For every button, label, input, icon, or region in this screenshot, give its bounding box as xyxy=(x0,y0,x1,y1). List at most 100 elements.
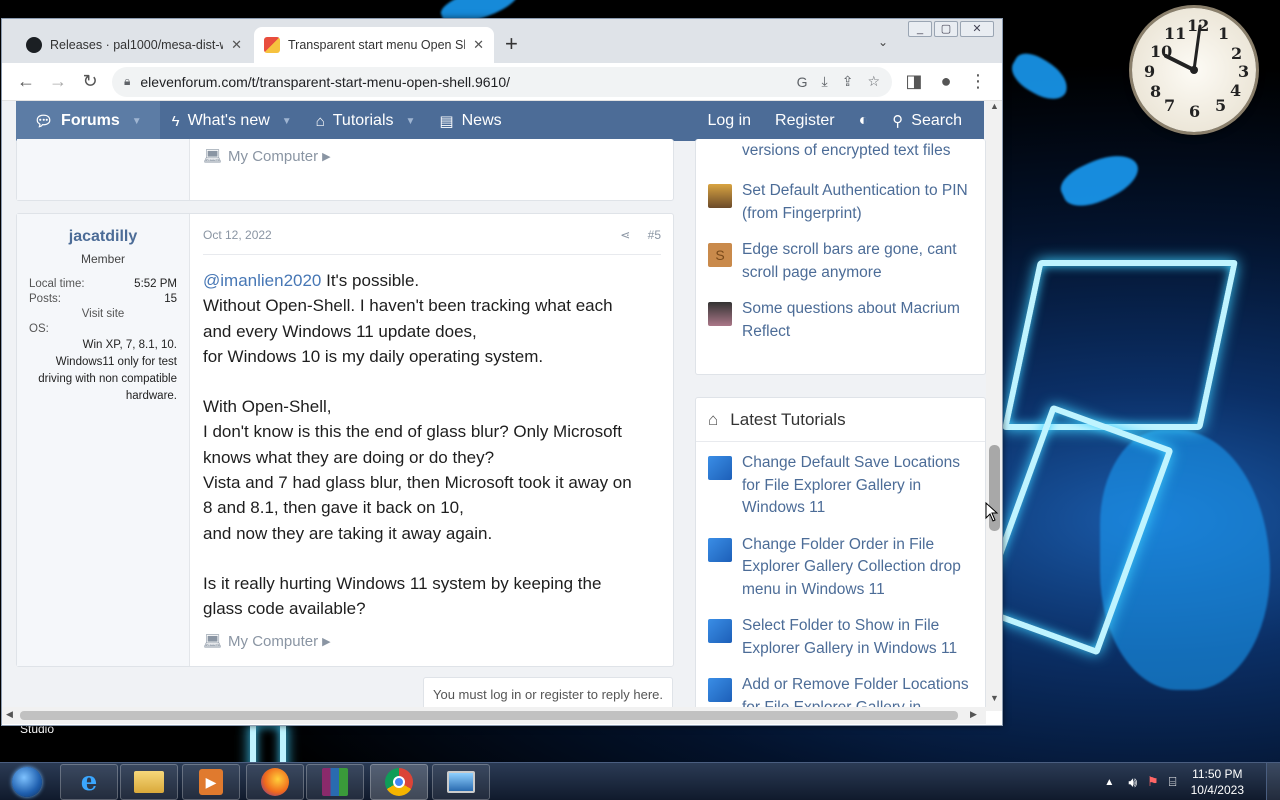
tutorial-icon xyxy=(708,678,732,702)
forward-icon[interactable]: → xyxy=(42,66,74,98)
thread-link[interactable]: Set Default Authentication to PIN (from … xyxy=(742,180,985,225)
internet-explorer-button[interactable]: e xyxy=(60,764,118,800)
network-icon[interactable]: ⌸ xyxy=(1169,774,1177,790)
tutorial-icon xyxy=(708,537,732,562)
scroll-down-icon[interactable]: ▼ xyxy=(990,693,999,703)
chevron-down-icon[interactable]: ▼ xyxy=(282,116,292,127)
back-icon[interactable]: ← xyxy=(10,66,42,98)
new-tab-button[interactable]: + xyxy=(505,31,518,57)
my-computer-link[interactable]: 💻︎ My Computer ▶ xyxy=(203,632,331,651)
post-line: @imanlien2020 It's possible. xyxy=(203,268,669,293)
remote-desktop-button[interactable] xyxy=(432,764,490,800)
tutorial-item[interactable]: Change Folder Order in File Explorer Gal… xyxy=(708,534,979,602)
share-icon[interactable]: ⇪ xyxy=(842,73,854,90)
action-center-icon[interactable]: ⚑ xyxy=(1147,774,1159,790)
post-date[interactable]: Oct 12, 2022 xyxy=(203,228,272,242)
nav-forums[interactable]: 💬︎ Forums ▼ xyxy=(16,101,160,141)
thread-item[interactable]: Some questions about Macrium Reflect xyxy=(708,298,985,343)
firefox-button[interactable] xyxy=(246,764,304,800)
volume-icon[interactable]: 🔊︎ xyxy=(1128,774,1137,791)
profile-icon[interactable]: ● xyxy=(930,66,962,98)
avatar[interactable] xyxy=(708,184,732,208)
side-panel-icon[interactable]: ◨ xyxy=(898,66,930,98)
scrollbar-thumb[interactable] xyxy=(20,711,958,720)
post-line: I don't know is this the end of glass bl… xyxy=(203,422,622,442)
thread-link[interactable]: Edge scroll bars are gone, cant scroll p… xyxy=(742,239,985,284)
nav-whats-new[interactable]: ϟ What's new ▼ xyxy=(160,101,304,141)
thread-item[interactable]: S Edge scroll bars are gone, cant scroll… xyxy=(708,239,985,284)
post-number[interactable]: #5 xyxy=(648,228,661,242)
url-text[interactable]: elevenforum.com/t/transparent-start-menu… xyxy=(140,74,510,90)
bookmark-star-icon[interactable]: ☆ xyxy=(867,73,880,90)
reload-icon[interactable]: ↻ xyxy=(74,66,106,98)
menu-kebab-icon[interactable]: ⋮ xyxy=(962,66,994,98)
theme-toggle-icon[interactable]: ◐ xyxy=(847,101,881,141)
my-computer-link[interactable]: 💻︎ My Computer ▶ xyxy=(203,147,331,166)
scroll-left-icon[interactable]: ◀ xyxy=(6,709,13,720)
register-link[interactable]: Register xyxy=(763,101,847,141)
show-hidden-icons[interactable]: ▲ xyxy=(1104,777,1114,788)
tab-transparent-start-menu[interactable]: Transparent start menu Open Sh ✕ xyxy=(254,27,494,63)
tutorial-item[interactable]: Change Default Save Locations for File E… xyxy=(708,452,979,520)
post-line: 8 and 8.1, then gave it back on 10, xyxy=(203,498,464,518)
thread-link[interactable]: Some questions about Macrium Reflect xyxy=(742,298,985,343)
avatar[interactable]: S xyxy=(708,243,732,267)
post-line: Vista and 7 had glass blur, then Microso… xyxy=(203,473,632,493)
system-tray: ▲ 🔊︎ ⚑ ⌸ 11:50 PM 10/4/2023 xyxy=(1104,763,1280,800)
winrar-button[interactable] xyxy=(306,764,364,800)
show-desktop-button[interactable] xyxy=(1266,763,1280,800)
install-icon[interactable]: ⤓ xyxy=(822,73,828,90)
tab-search-icon[interactable]: ⌄ xyxy=(878,35,888,49)
nav-search[interactable]: ⚲ Search xyxy=(880,101,984,141)
mention-link[interactable]: @imanlien2020 xyxy=(203,271,321,290)
chevron-down-icon[interactable]: ▼ xyxy=(406,116,416,127)
close-tab-icon[interactable]: ✕ xyxy=(223,37,242,53)
visit-site-link[interactable]: Visit site xyxy=(17,308,189,320)
scroll-right-icon[interactable]: ▶ xyxy=(970,709,977,720)
minimize-button[interactable]: _ xyxy=(908,21,932,37)
browser-window: Releases · pal1000/mesa-dist-win ✕ Trans… xyxy=(1,18,1003,726)
scroll-up-icon[interactable]: ▲ xyxy=(990,101,999,111)
graduation-cap-icon: ⌂ xyxy=(708,409,719,429)
nav-tutorials[interactable]: ⌂ Tutorials ▼ xyxy=(304,101,428,141)
share-icon[interactable]: ⋖ xyxy=(620,228,630,242)
google-translate-icon[interactable]: G xyxy=(797,74,808,90)
clock-gadget[interactable]: 12 1 2 3 4 5 6 7 8 9 10 11 xyxy=(1132,8,1256,132)
tutorial-link[interactable]: Change Folder Order in File Explorer Gal… xyxy=(742,534,979,602)
bolt-icon: ϟ xyxy=(171,112,180,130)
horizontal-scrollbar[interactable]: ◀ ▶ xyxy=(2,707,986,724)
chevron-down-icon[interactable]: ▼ xyxy=(132,116,142,127)
tutorial-link[interactable]: Add or Remove Folder Locations for File … xyxy=(742,674,979,711)
login-link[interactable]: Log in xyxy=(695,101,763,141)
thread-item[interactable]: Set Default Authentication to PIN (from … xyxy=(708,180,985,225)
my-computer-label: My Computer xyxy=(228,147,319,165)
tutorial-item[interactable]: Add or Remove Folder Locations for File … xyxy=(708,674,979,711)
vertical-scrollbar[interactable]: ▲ ▼ xyxy=(986,101,1002,711)
laptop-icon: 💻︎ xyxy=(203,633,223,650)
tutorial-link[interactable]: Select Folder to Show in File Explorer G… xyxy=(742,615,979,660)
chrome-button[interactable] xyxy=(370,764,428,800)
close-window-button[interactable]: ✕ xyxy=(960,21,994,37)
omnibox[interactable]: 🔒︎ elevenforum.com/t/transparent-start-m… xyxy=(112,66,892,97)
reply-notice[interactable]: You must log in or register to reply her… xyxy=(423,677,673,711)
folder-icon xyxy=(134,771,164,793)
thread-link[interactable]: versions of encrypted text files xyxy=(708,140,985,162)
clock-area[interactable]: 11:50 PM 10/4/2023 xyxy=(1191,766,1244,798)
start-orb[interactable] xyxy=(0,764,54,800)
tutorial-item[interactable]: Select Folder to Show in File Explorer G… xyxy=(708,615,979,660)
elevenforum-icon xyxy=(264,37,280,53)
file-explorer-button[interactable] xyxy=(120,764,178,800)
media-player-button[interactable]: ▶ xyxy=(182,764,240,800)
nav-news[interactable]: ▤ News xyxy=(427,101,513,141)
username[interactable]: jacatdilly xyxy=(17,228,189,246)
tab-releases[interactable]: Releases · pal1000/mesa-dist-win ✕ xyxy=(16,27,252,63)
close-tab-icon[interactable]: ✕ xyxy=(465,37,484,53)
search-icon: ⚲ xyxy=(892,113,904,130)
tutorial-link[interactable]: Change Default Save Locations for File E… xyxy=(742,452,979,520)
post-line: and every Windows 11 update does, xyxy=(203,321,477,341)
widget-title[interactable]: Latest Tutorials xyxy=(730,410,845,430)
maximize-button[interactable]: ▢ xyxy=(934,21,958,37)
web-page: 💬︎ Forums ▼ ϟ What's new ▼ ⌂ Tutorials ▼… xyxy=(2,101,986,711)
avatar[interactable] xyxy=(708,302,732,326)
tray-time: 11:50 PM xyxy=(1192,767,1243,781)
